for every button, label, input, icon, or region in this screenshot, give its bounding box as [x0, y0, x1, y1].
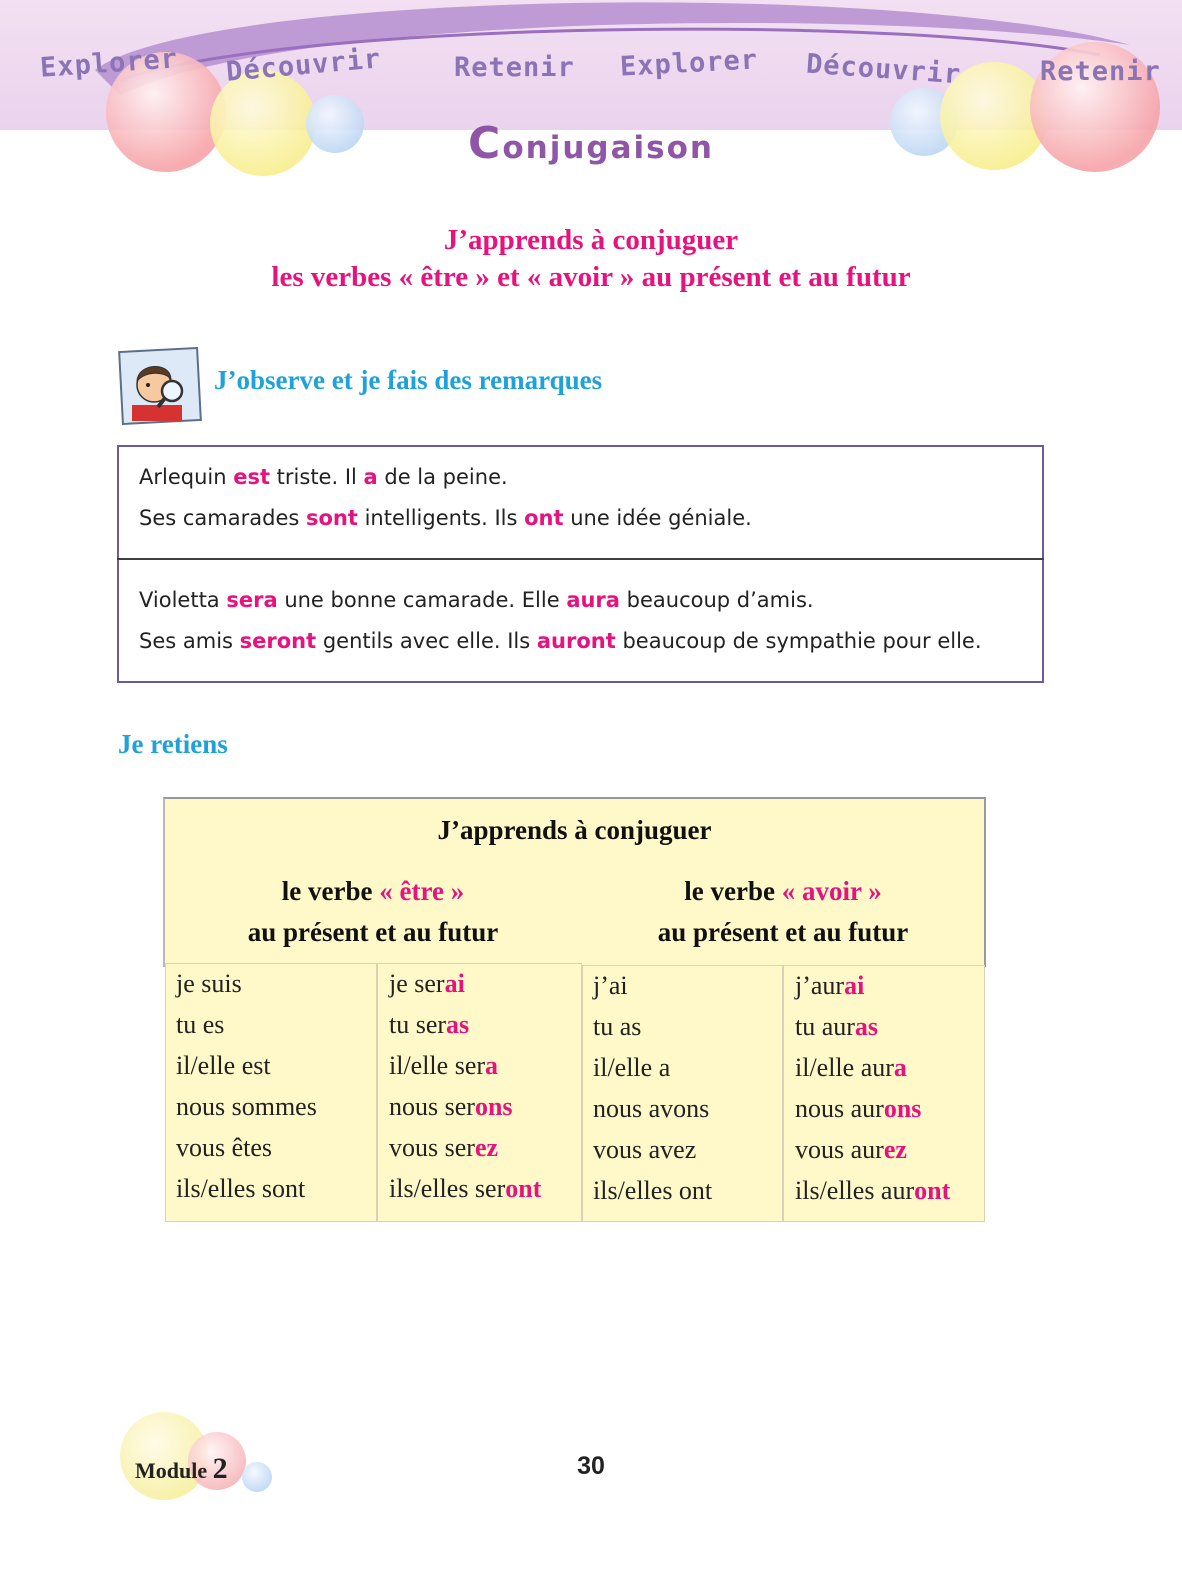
sentence-text: de la peine. [377, 465, 508, 489]
conjugation-form: j’ai [593, 971, 628, 1000]
sentence-text: beaucoup de sympathie pour elle. [615, 629, 982, 653]
avoir-verb-label: « avoir » [781, 876, 882, 906]
page-number: 30 [577, 1452, 605, 1480]
conjugation-form: vous aurez [795, 1135, 907, 1164]
conjugation-panel-title: J’apprends à conjuguer [437, 815, 712, 845]
banner-word: Retenir [1040, 56, 1161, 87]
conjugation-form: nous sommes [176, 1092, 317, 1121]
etre-present-list: je suis tu es il/elle est nous sommes vous ê… [176, 963, 317, 1209]
etre-heading: le verbe « être » [281, 876, 465, 906]
sentence-text: Ses camarades [139, 506, 306, 530]
conjugation-form: ils/elles ont [593, 1176, 713, 1205]
avoir-future-list: j’aurai tu auras il/elle aura nous aurons vo… [795, 965, 950, 1211]
conjugation-form: je serai [389, 969, 465, 998]
conjugation-form: je suis [176, 969, 242, 998]
conjugation-form: ils/elles auront [795, 1176, 951, 1205]
highlighted-verb: auront [536, 629, 616, 653]
highlighted-verb: est [233, 465, 270, 489]
observe-sentence: Violetta sera une bonne camarade. Elle a… [139, 588, 814, 612]
conjugation-form: tu es [176, 1010, 225, 1039]
conjugation-form: j’aurai [795, 971, 865, 1000]
verb-ending: as [854, 1012, 879, 1041]
verb-ending: ons [474, 1092, 513, 1121]
conjugation-form: il/elle a [593, 1053, 671, 1082]
sentence-text: une bonne camarade. Elle [277, 588, 567, 612]
conjugation-form: ils/elles seront [389, 1174, 542, 1203]
sentence-text: Violetta [139, 588, 227, 612]
highlighted-verb: a [363, 465, 378, 489]
verb-ending: a [485, 1051, 499, 1080]
sentence-text: triste. Il [270, 465, 364, 489]
verb-ending: ai [844, 971, 865, 1000]
conjugation-form: il/elle aura [795, 1053, 907, 1082]
etre-subtitle: au présent et au futur [247, 917, 499, 947]
sentence-text: une idée géniale. [563, 506, 752, 530]
banner-word: Retenir [454, 52, 575, 83]
observe-divider [117, 558, 1044, 560]
sentence-text: gentils avec elle. Ils [316, 629, 537, 653]
etre-future-list: je serai tu seras il/elle sera nous serons v… [389, 963, 541, 1209]
verb-ending: ons [883, 1094, 922, 1123]
etre-verb-label: « être » [379, 876, 465, 906]
verb-ending: ont [505, 1174, 542, 1203]
verb-ending: ez [883, 1135, 907, 1164]
section-title-initial: C [468, 118, 503, 169]
conjugation-form: vous serez [389, 1133, 499, 1162]
sentence-text: beaucoup d’amis. [619, 588, 814, 612]
verb-ending: ont [914, 1176, 951, 1205]
observer-boy-icon [118, 347, 202, 425]
conjugation-form: il/elle sera [389, 1051, 499, 1080]
conjugation-form: vous avez [593, 1135, 697, 1164]
conjugation-form: il/elle est [176, 1051, 271, 1080]
conjugation-form: nous aurons [795, 1094, 922, 1123]
conjugation-form: vous êtes [176, 1133, 273, 1162]
conjugation-form: nous serons [389, 1092, 513, 1121]
highlighted-verb: aura [566, 588, 620, 612]
avoir-heading: le verbe « avoir » [684, 876, 882, 906]
conjugation-form: tu as [593, 1012, 642, 1041]
sentence-text: Arlequin [139, 465, 234, 489]
observe-sentence: Arlequin est triste. Il a de la peine. [139, 465, 508, 489]
conjugation-form: tu seras [389, 1010, 470, 1039]
highlighted-verb: sont [305, 506, 358, 530]
verb-ending: ai [444, 969, 465, 998]
observe-sentence: Ses amis seront gentils avec elle. Ils a… [139, 629, 982, 653]
conjugation-form: tu auras [795, 1012, 879, 1041]
section-title-rest: onjugaison [502, 130, 714, 166]
lesson-title-line-1: J’apprends à conjuguer [443, 224, 739, 256]
highlighted-verb: ont [524, 506, 564, 530]
highlighted-verb: seront [239, 629, 317, 653]
conjugation-form: nous avons [593, 1094, 710, 1123]
avoir-subtitle: au présent et au futur [657, 917, 909, 947]
section-title: Conjugaison [0, 118, 1182, 169]
conjugation-form: ils/elles sont [176, 1174, 306, 1203]
verb-ending: as [446, 1010, 470, 1039]
sentence-text: Ses amis [139, 629, 240, 653]
verb-ending: a [893, 1053, 907, 1082]
observe-sentence: Ses camarades sont intelligents. Ils ont… [139, 506, 752, 530]
lesson-title-line-2: les verbes « être » et « avoir » au prés… [271, 261, 911, 293]
highlighted-verb: sera [226, 588, 278, 612]
observe-heading: J’observe et je fais des remarques [214, 365, 603, 395]
verb-ending: ez [474, 1133, 499, 1162]
retiens-heading: Je retiens [118, 729, 228, 759]
avoir-present-list: j’ai tu as il/elle a nous avons vous avez ils… [593, 965, 712, 1211]
sentence-text: intelligents. Ils [357, 506, 525, 530]
